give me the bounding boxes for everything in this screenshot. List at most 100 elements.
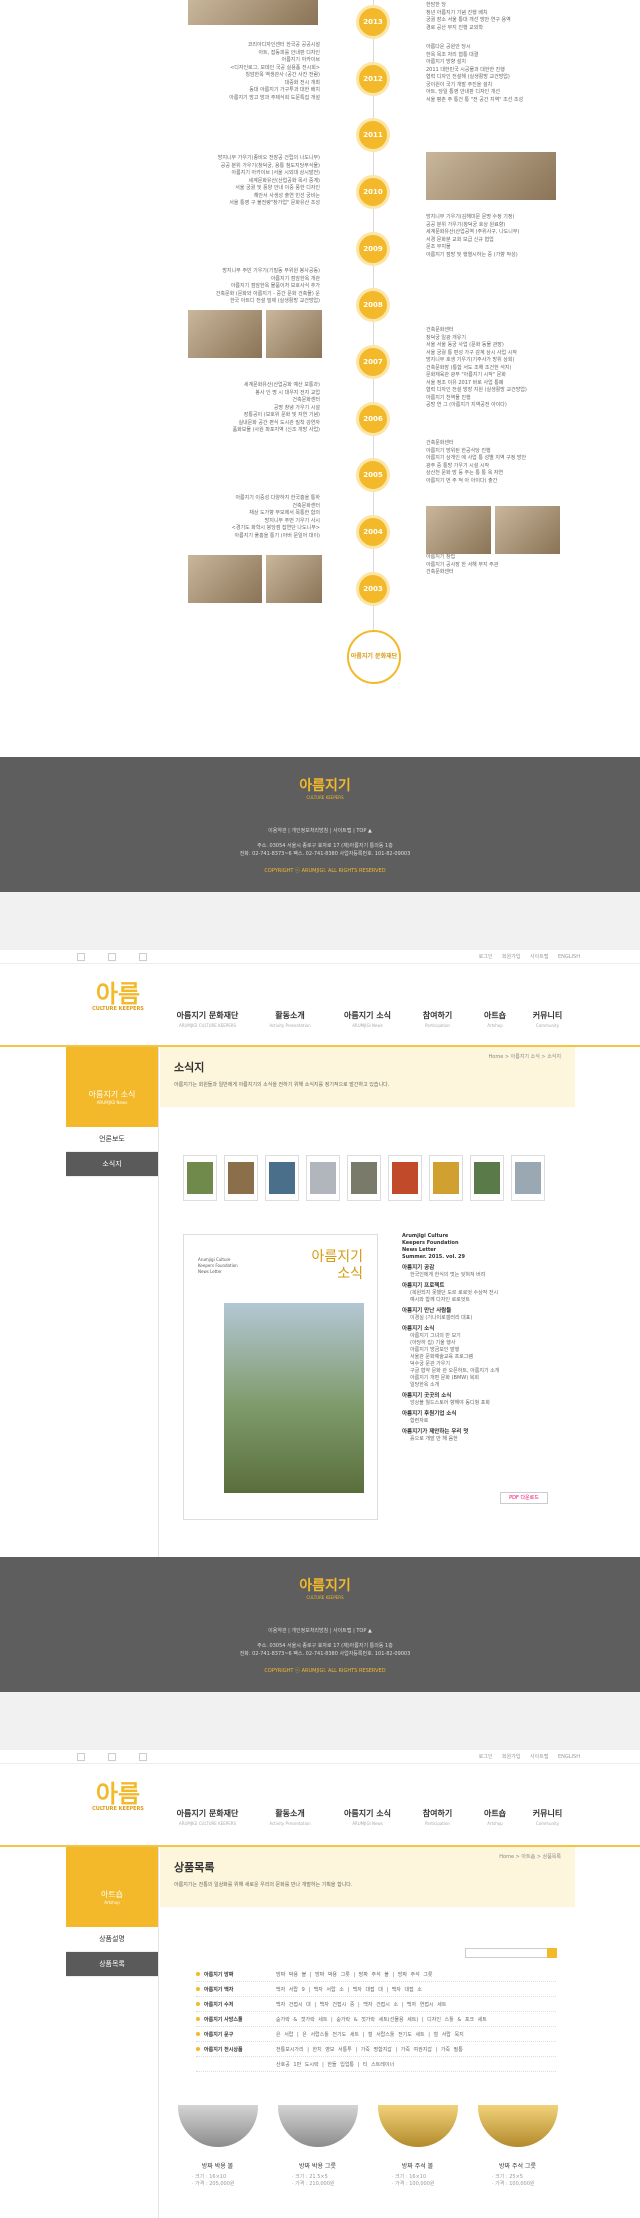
pdf-download-button[interactable]: PDF 다운로드 <box>500 1492 548 1504</box>
history-photo <box>266 310 322 358</box>
gnb-item-news[interactable]: 아름지기 소식 ARUMJIGI News <box>335 1010 400 1028</box>
timeline-entry: 세계문화유산(산업공화 예산 보통과) 봉사 인 명 시 대우지 전지 교업 건… <box>232 382 320 433</box>
twitter-icon[interactable] <box>108 953 116 961</box>
gnb-item-news[interactable]: 아름지기 소식 ARUMJIGI News <box>335 1808 400 1826</box>
breadcrumb[interactable]: Home > 아름지기 소식 > 소식지 <box>489 1053 562 1060</box>
product-image[interactable] <box>477 2105 558 2147</box>
history-photo <box>266 555 322 603</box>
gnb-item-artshop[interactable]: 아트숍 Artshop <box>475 1010 515 1028</box>
toc-header: Arumjigi Culture Keepers Foundation News… <box>402 1233 465 1260</box>
history-photo <box>495 506 560 554</box>
lnb-item-product-list[interactable]: 상품목록 <box>66 1952 158 1977</box>
cover-subtitle: Arumjigi Culture Keepers Foundation News… <box>198 1257 238 1274</box>
gnb-item-participation[interactable]: 참여하기 Participation <box>415 1808 460 1826</box>
newsletter-thumbnail[interactable] <box>470 1155 504 1201</box>
lnb-title: 아트숍 Artshop <box>66 1847 158 1927</box>
category-products[interactable]: 백자 서랍 9 | 백자 서랍 소 | 백자 대접 대 | 백자 대접 소 <box>276 1986 422 1993</box>
category-name[interactable]: 아름지기 백자 <box>196 1986 233 1993</box>
gnb-item-foundation[interactable]: 아름지기 문화재단 ARUMJIGI CULTURE KEEPERS <box>170 1010 245 1028</box>
product-card[interactable]: 방짜 박용 볼 · 크기 : 16×10 · 가격 : 205,000원 <box>170 2105 265 2188</box>
footer-links[interactable]: 이용약관 | 개인정보처리방침 | 사이트맵 | TOP ▲ <box>240 1627 400 1634</box>
toc-item: 아름지기 개편 문화 (BMW) 복회 <box>410 1375 479 1381</box>
category-name[interactable]: 아름지기 사방스툴 <box>196 2016 243 2023</box>
toc-item: 흙으로 개발 만 해 음한 <box>410 1436 458 1442</box>
category-name[interactable]: 아름지기 문구 <box>196 2031 233 2038</box>
newsletter-thumbnail[interactable] <box>306 1155 340 1201</box>
newsletter-thumbnail[interactable] <box>429 1155 463 1201</box>
gnb-item-artshop[interactable]: 아트숍 Artshop <box>475 1808 515 1826</box>
youtube-icon[interactable] <box>139 953 147 961</box>
category-products[interactable]: 숟가락 & 젓가락 세트 | 숟가락 & 젓가락 세트(선물용 세트) | 디자… <box>276 2016 487 2023</box>
product-size: · 크기 : 25×5 <box>492 2174 523 2180</box>
youtube-icon[interactable] <box>139 1753 147 1761</box>
category-name[interactable]: 아름지기 방짜 <box>196 1971 233 1978</box>
category-products[interactable]: 방짜 박용 볼 | 방짜 박용 그릇 | 방짜 주석 볼 | 방짜 주석 그릇 <box>276 1971 433 1978</box>
category-row: 아름지기 백자 백자 서랍 9 | 백자 서랍 소 | 백자 대접 대 | 백자 … <box>196 1982 556 1997</box>
newsletter-thumbnail[interactable] <box>224 1155 258 1201</box>
toc-item: 아름지기 방금보인 발행 <box>410 1347 460 1353</box>
category-products[interactable]: 은 서랍 | 은 서랍스툴 전기도 세트 | 철 서랍스툴 전기도 세트 | 철… <box>276 2031 464 2038</box>
twitter-icon[interactable] <box>108 1753 116 1761</box>
product-card[interactable]: 방짜 박용 그릇 · 크기 : 21.5×5 · 가격 : 210,000원 <box>270 2105 365 2188</box>
site-logo[interactable]: 아름 CULTURE KEEPERS <box>88 1782 148 1812</box>
product-name[interactable]: 방짜 박용 볼 <box>170 2161 265 2170</box>
gnb-item-participation[interactable]: 참여하기 Participation <box>415 1010 460 1028</box>
footer-copyright: COPYRIGHT ⓒ ARUMJIGI. ALL RIGHTS RESERVE… <box>264 1668 386 1674</box>
category-products[interactable]: 백자 건접시 대 | 백자 건접시 중 | 백자 건접시 소 | 백자 연접시 … <box>276 2001 446 2008</box>
product-image[interactable] <box>377 2105 458 2147</box>
year-marker: 2005 <box>356 458 390 492</box>
facebook-icon[interactable] <box>77 1753 85 1761</box>
gnb-item-foundation[interactable]: 아름지기 문화재단 ARUMJIGI CULTURE KEEPERS <box>170 1808 245 1826</box>
newsletter-thumbnail[interactable] <box>265 1155 299 1201</box>
category-name[interactable]: 아름지기 수저 <box>196 2001 233 2008</box>
gnb-item-activity[interactable]: 활동소개 Activity Presentation <box>260 1010 320 1028</box>
product-image[interactable] <box>177 2105 258 2147</box>
timeline-entry: 건축문화센터 창덕궁 일광 개유기 서울 서울 동궁 사업 (문화 동물 관장)… <box>426 327 527 408</box>
site-logo[interactable]: 아름 CULTURE KEEPERS <box>88 982 148 1012</box>
lnb-title: 아름지기 소식 ARUMJIGI News <box>66 1047 158 1127</box>
category-row: 아름지기 방짜 방짜 박용 볼 | 방짜 박용 그릇 | 방짜 주석 볼 | 방짜… <box>196 1967 556 1982</box>
toc-item: 예시와 함께 디자인 로로엇트 <box>410 1297 470 1303</box>
timeline-entry: 방지니무 기우기(김해미문 문명 수정 기정) 공공 분위 가우기(창덕궁 호상… <box>426 214 520 258</box>
category-products[interactable]: 전통모시가리 | 한지 영모 서통투 | 가죽 명함지갑 | 가죽 여권지갑 |… <box>276 2046 463 2053</box>
cover-photo <box>224 1303 364 1493</box>
lnb-item-newsletter[interactable]: 소식지 <box>66 1152 158 1177</box>
product-image[interactable] <box>277 2105 358 2147</box>
category-row: 아름지기 전시상품 전통모시가리 | 한지 영모 서통투 | 가죽 명함지갑 | … <box>196 2042 556 2057</box>
footer-links[interactable]: 이용약관 | 개인정보처리방침 | 사이트맵 | TOP ▲ <box>240 827 400 834</box>
category-products[interactable]: 산호공 1만 도시락 | 한들 입업통 | 티 스트레이너 <box>276 2061 394 2068</box>
newsletter-thumbnail[interactable] <box>511 1155 545 1201</box>
product-card[interactable]: 방짜 주석 그릇 · 크기 : 25×5 · 가격 : 100,000원 <box>470 2105 565 2188</box>
content-divider <box>158 1847 159 2218</box>
gnb-item-community[interactable]: 커뮤니티 Community <box>525 1010 570 1028</box>
search-button[interactable] <box>547 1948 557 1958</box>
page-banner: 상품목록 아름지기는 전통의 일상화를 위해 새로운 우리의 문화를 만나 개발… <box>160 1847 575 1907</box>
newsletter-thumbnail[interactable] <box>347 1155 381 1201</box>
product-name[interactable]: 방짜 주석 그릇 <box>470 2161 565 2170</box>
category-name[interactable]: 아름지기 전시상품 <box>196 2046 243 2053</box>
breadcrumb[interactable]: Home > 아트숍 > 상품목록 <box>499 1853 561 1860</box>
newsletter-cover[interactable]: 아름지기 소식 Arumjigi Culture Keepers Foundat… <box>183 1234 378 1520</box>
toc-section-heading: 아름지기 소식 <box>402 1326 435 1332</box>
gnb-item-activity[interactable]: 활동소개 Activity Presentation <box>260 1808 320 1826</box>
gnb-item-community[interactable]: 커뮤니티 Community <box>525 1808 570 1826</box>
product-name[interactable]: 방짜 박용 그릇 <box>270 2161 365 2170</box>
timeline-entry: 아름지기 창립 아름지기 공사장 한 서해 부지 주관 건축문화센터 <box>426 554 499 575</box>
lnb-item-press[interactable]: 언론보도 <box>66 1127 158 1152</box>
product-price: · 가격 : 205,000원 <box>192 2181 235 2187</box>
newsletter-thumbnail[interactable] <box>183 1155 217 1201</box>
category-row: 아름지기 사방스툴 숟가락 & 젓가락 세트 | 숟가락 & 젓가락 세트(선물용… <box>196 2012 556 2027</box>
lnb-item-product-info[interactable]: 상품설명 <box>66 1927 158 1952</box>
product-price: · 가격 : 100,000원 <box>392 2181 435 2187</box>
product-card[interactable]: 방짜 주석 볼 · 크기 : 16×10 · 가격 : 100,000원 <box>370 2105 465 2188</box>
newsletter-thumbnail[interactable] <box>388 1155 422 1201</box>
utility-links[interactable]: 로그인 회원가입 사이트맵 ENGLISH <box>479 953 580 960</box>
search-input[interactable] <box>465 1948 555 1958</box>
category-row: 산호공 1만 도시락 | 한들 입업통 | 티 스트레이너 <box>196 2057 556 2072</box>
product-name[interactable]: 방짜 주석 볼 <box>370 2161 465 2170</box>
page-description: 아름지기는 전통의 일상화를 위해 새로운 우리의 문화를 만나 개발하는 기획… <box>174 1882 353 1888</box>
toc-item: 덕수궁 문관 가우기 <box>410 1361 450 1367</box>
history-timeline: 2013 궁궐 분위 가우기(창덕궁 영시 자원봉사활동) 낙선재 배우 전시 한… <box>0 0 640 750</box>
utility-links[interactable]: 로그인 회원가입 사이트맵 ENGLISH <box>479 1753 580 1760</box>
facebook-icon[interactable] <box>77 953 85 961</box>
